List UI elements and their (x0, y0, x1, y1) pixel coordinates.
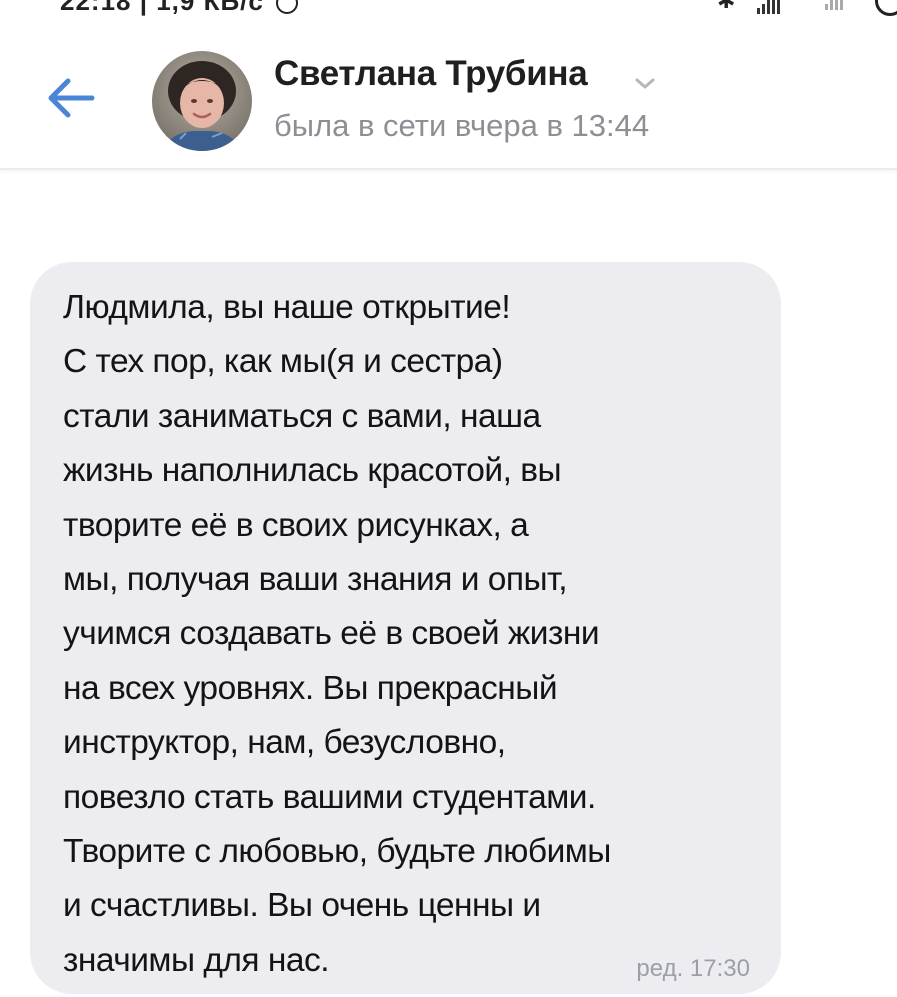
message-line: Людмила, вы наше открытие! (63, 289, 511, 326)
message-line: на всех уровнях. Вы прекрасный (63, 669, 558, 707)
signal-icon (757, 0, 780, 14)
message-line: повезло стать вашими студентами. (63, 778, 596, 816)
arrow-left-icon (48, 78, 95, 118)
bluetooth-icon: ✱ (717, 0, 736, 13)
clock-icon (276, 0, 299, 15)
message-line: значимы для нас. (63, 941, 330, 979)
contact-name[interactable]: Светлана Трубина (274, 54, 588, 94)
message-line: и счастливы. Вы очень ценны и (63, 887, 541, 925)
avatar[interactable] (152, 51, 252, 151)
back-button[interactable] (40, 70, 102, 126)
signal-icon (825, 0, 843, 10)
avatar-image (152, 51, 252, 151)
chat-header: Светлана Трубина была в сети вчера в 13:… (0, 20, 897, 170)
message-line: творите её в своих рисунках, а (63, 506, 529, 544)
status-bar-left: 22:18 | 1,9 КБ/с (60, 0, 299, 17)
message-line: стали заниматься с вами, наша (63, 397, 541, 435)
status-bar-right: ✱ (697, 0, 897, 16)
status-bar: 22:18 | 1,9 КБ/с ✱ (0, 0, 897, 20)
message-line: жизнь наполнилась красотой, вы (63, 452, 562, 490)
message-line: С тех пор, как мы(я и сестра) (63, 343, 503, 381)
message-edited-time: ред. 17:30 (636, 955, 750, 982)
battery-icon (875, 0, 897, 16)
message-line: мы, получая ваши знания и опыт, (63, 561, 567, 599)
message-line: Творите с любовью, будьте любимы (63, 833, 611, 871)
message-bubble[interactable]: Людмила, вы наше открытие! С тех пор, ка… (30, 262, 781, 994)
status-speed-text: 22:18 | 1,9 КБ/с (60, 0, 264, 16)
message-line: учимся создавать её в своей жизни (63, 615, 600, 653)
message-text: Людмила, вы наше открытие! С тех пор, ка… (63, 281, 611, 988)
chevron-down-icon[interactable] (634, 76, 656, 90)
message-line: инструктор, нам, безусловно, (63, 724, 506, 762)
contact-status: была в сети вчера в 13:44 (274, 108, 650, 143)
